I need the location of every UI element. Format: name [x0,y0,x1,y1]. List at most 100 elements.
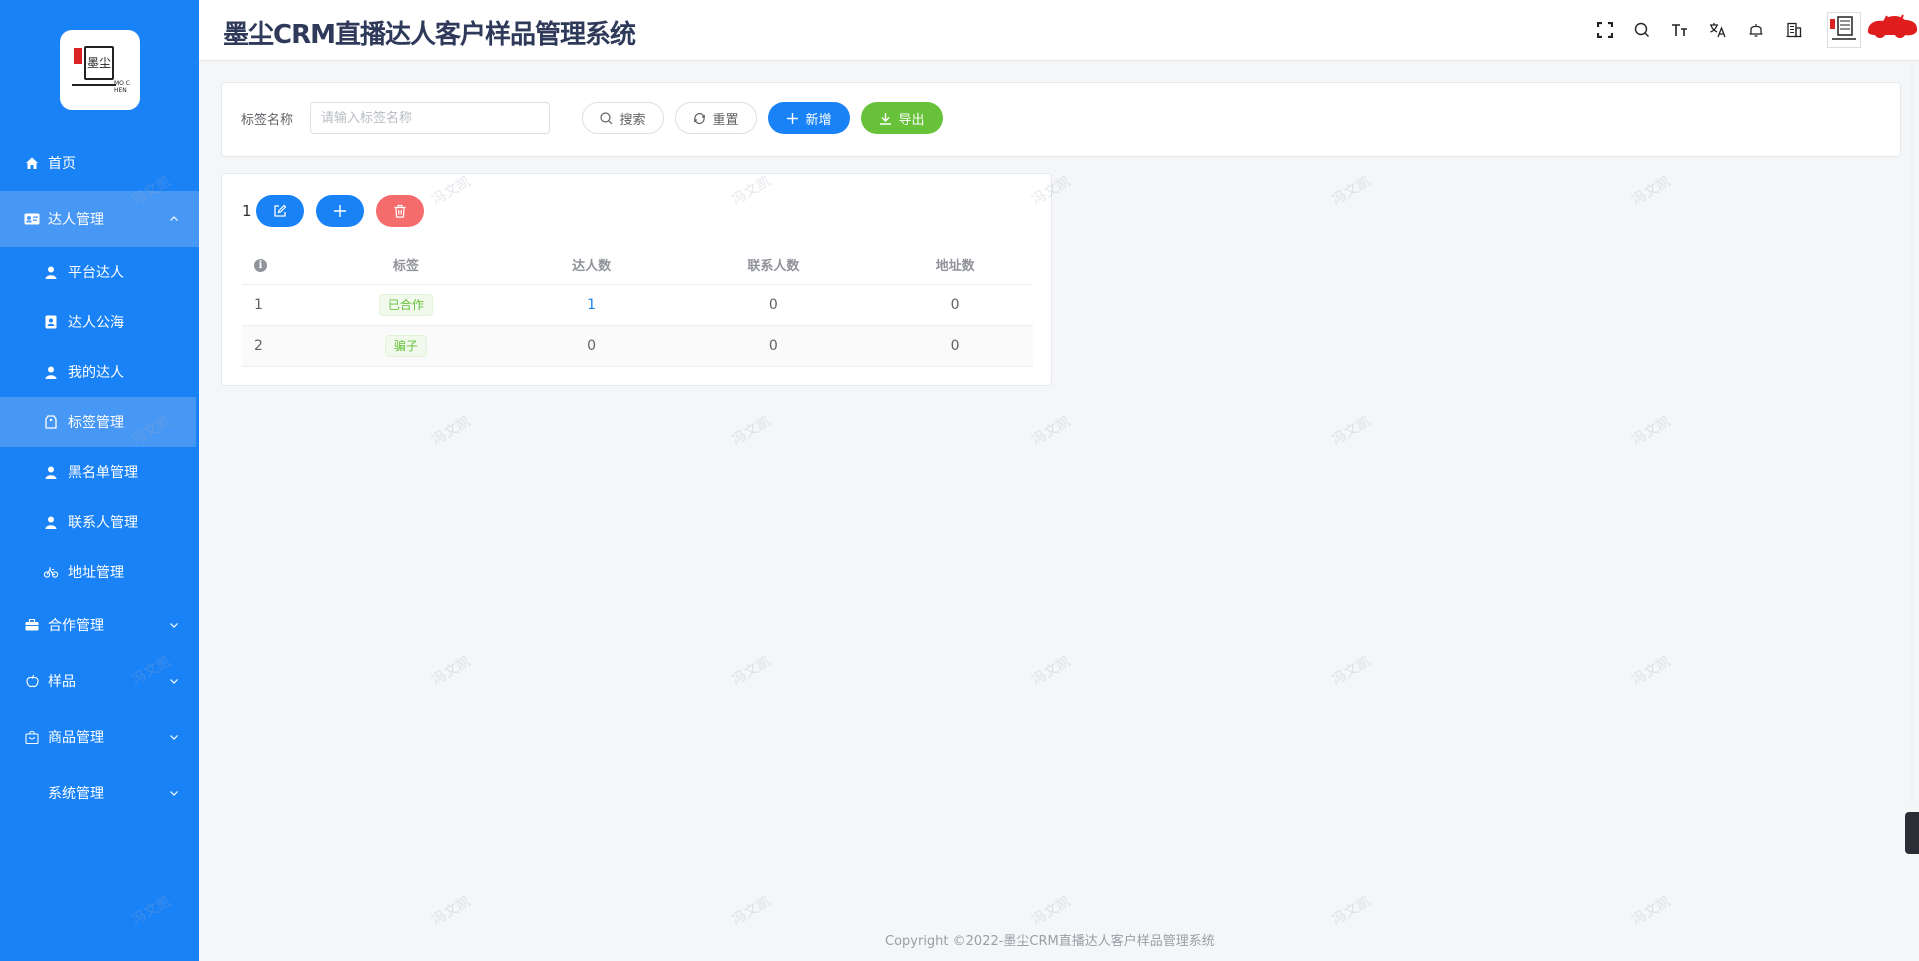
user-icon [44,515,58,529]
search-icon[interactable] [1633,21,1651,39]
sidebar-item-label: 平台达人 [68,265,124,281]
logo-mark: 墨尘 MO CHEN [70,40,130,100]
sidebar-item-system[interactable]: 系统管理 [0,765,199,821]
sidebar-item-home[interactable]: 首页 [0,135,199,191]
search-panel: 标签名称 搜索 重置 新增 导出 [221,82,1901,157]
contact-count-cell: 0 [669,284,878,326]
footer-copyright: Copyright ©2022-墨尘CRM直播达人客户样品管理系统 [885,934,1215,949]
sidebar-item-label: 合作管理 [48,618,104,634]
page-title: 墨尘CRM直播达人客户样品管理系统 [223,20,636,50]
side-toolbar-handle[interactable] [1905,812,1919,854]
column-header-contacts: 联系人数 [669,246,878,285]
watermark-text: 冯文凯 [1629,893,1674,929]
delete-button[interactable] [376,195,424,227]
sidebar-item-samples[interactable]: 样品 [0,653,199,709]
watermark-text: 冯文凯 [1629,413,1674,449]
info-icon[interactable]: i [254,259,267,273]
logo-character: 墨尘 [84,46,114,80]
watermark-text: 冯文凯 [1329,173,1374,209]
add-row-button[interactable] [316,195,364,227]
tag-badge: 已合作 [378,293,433,316]
column-header-addresses: 地址数 [877,246,1033,285]
influencer-count-cell: 0 [513,325,670,367]
tag-badge: 骗子 [384,334,427,357]
bag-icon [24,729,40,745]
sidebar-item-label: 系统管理 [48,786,104,802]
watermark-text: 冯文凯 [729,893,774,929]
sidebar-item-label: 商品管理 [48,730,104,746]
row-index: 2 [242,325,298,367]
tag-icon [44,415,58,429]
watermark-text: 冯文凯 [729,653,774,689]
sidebar-item-label: 黑名单管理 [68,465,138,481]
watermark-text: 冯文凯 [1329,893,1374,929]
logo-subtext: MO CHEN [114,80,130,94]
trash-icon [394,204,406,218]
address-count-cell: 0 [877,325,1033,367]
edit-button[interactable] [256,195,304,227]
font-size-icon[interactable] [1671,21,1689,39]
table-header-row: i 标签 达人数 联系人数 地址数 [242,246,1033,285]
bell-icon[interactable] [1747,21,1765,39]
watermark-text: 冯文凯 [1029,653,1074,689]
sidebar-item-tag-management[interactable]: 标签管理 [0,397,196,447]
sidebar-item-contacts[interactable]: 联系人管理 [0,497,199,547]
user-avatar[interactable] [1827,12,1861,48]
watermark-text: 冯文凯 [1329,413,1374,449]
reset-button[interactable]: 重置 [675,102,757,134]
sidebar-item-cooperation[interactable]: 合作管理 [0,597,199,653]
export-button-label: 导出 [898,112,925,128]
contact-book-icon [44,315,58,329]
edit-icon [274,204,287,217]
sidebar-item-label: 达人公海 [68,315,124,331]
sidebar: 墨尘 MO CHEN 首页 达人管理 平台达人 达人公海 我的达人 标签管理 黑… [0,0,199,961]
building-icon[interactable] [1785,21,1803,39]
logo: 墨尘 MO CHEN [60,30,140,110]
chevron-down-icon [170,623,178,628]
logo-seal [74,48,82,64]
sidebar-item-products[interactable]: 商品管理 [0,709,199,765]
address-count-cell: 0 [877,284,1033,326]
tag-cell: 骗子 [298,325,514,367]
chevron-down-icon [170,791,178,796]
tag-table: i 标签 达人数 联系人数 地址数 1 已合作 1 0 0 2 骗子 0 0 0 [242,246,1033,367]
contact-count-cell: 0 [669,325,878,367]
table-row[interactable]: 2 骗子 0 0 0 [242,325,1033,367]
sidebar-item-label: 首页 [48,156,76,172]
watermark-text: 冯文凯 [1629,173,1674,209]
watermark-text: 冯文凯 [429,653,474,689]
search-button[interactable]: 搜索 [582,102,664,134]
scrollbar-track[interactable] [1910,62,1914,802]
home-icon [24,155,40,171]
sidebar-item-label: 达人管理 [48,212,104,228]
briefcase-icon [24,617,40,633]
chevron-up-icon [170,216,178,221]
influencer-count-cell: 1 [513,284,670,326]
logo-underline [72,84,116,86]
sidebar-item-influencer-management[interactable]: 达人管理 [0,191,199,247]
sidebar-item-blacklist[interactable]: 黑名单管理 [0,447,199,497]
info-column-header: i [242,246,298,285]
export-button[interactable]: 导出 [861,102,943,134]
id-card-icon [24,211,40,227]
add-button[interactable]: 新增 [768,102,850,134]
tag-cell: 已合作 [298,284,514,326]
bike-icon [44,565,58,579]
sidebar-item-platform-influencers[interactable]: 平台达人 [0,247,199,297]
influencer-count-link[interactable]: 1 [587,297,596,313]
plus-icon [334,205,346,217]
translate-icon[interactable] [1709,21,1727,39]
reset-button-label: 重置 [712,112,739,128]
row-index: 1 [242,284,298,326]
sidebar-item-influencer-pool[interactable]: 达人公海 [0,297,199,347]
tag-name-input[interactable] [310,102,550,134]
sidebar-item-label: 联系人管理 [68,515,138,531]
table-row[interactable]: 1 已合作 1 0 0 [242,284,1033,326]
sidebar-item-label: 标签管理 [68,415,124,431]
sidebar-item-addresses[interactable]: 地址管理 [0,547,199,597]
watermark-text: 冯文凯 [429,413,474,449]
chevron-down-icon [170,735,178,740]
sidebar-item-my-influencers[interactable]: 我的达人 [0,347,199,397]
fullscreen-icon[interactable] [1596,21,1614,39]
search-icon [600,111,613,125]
